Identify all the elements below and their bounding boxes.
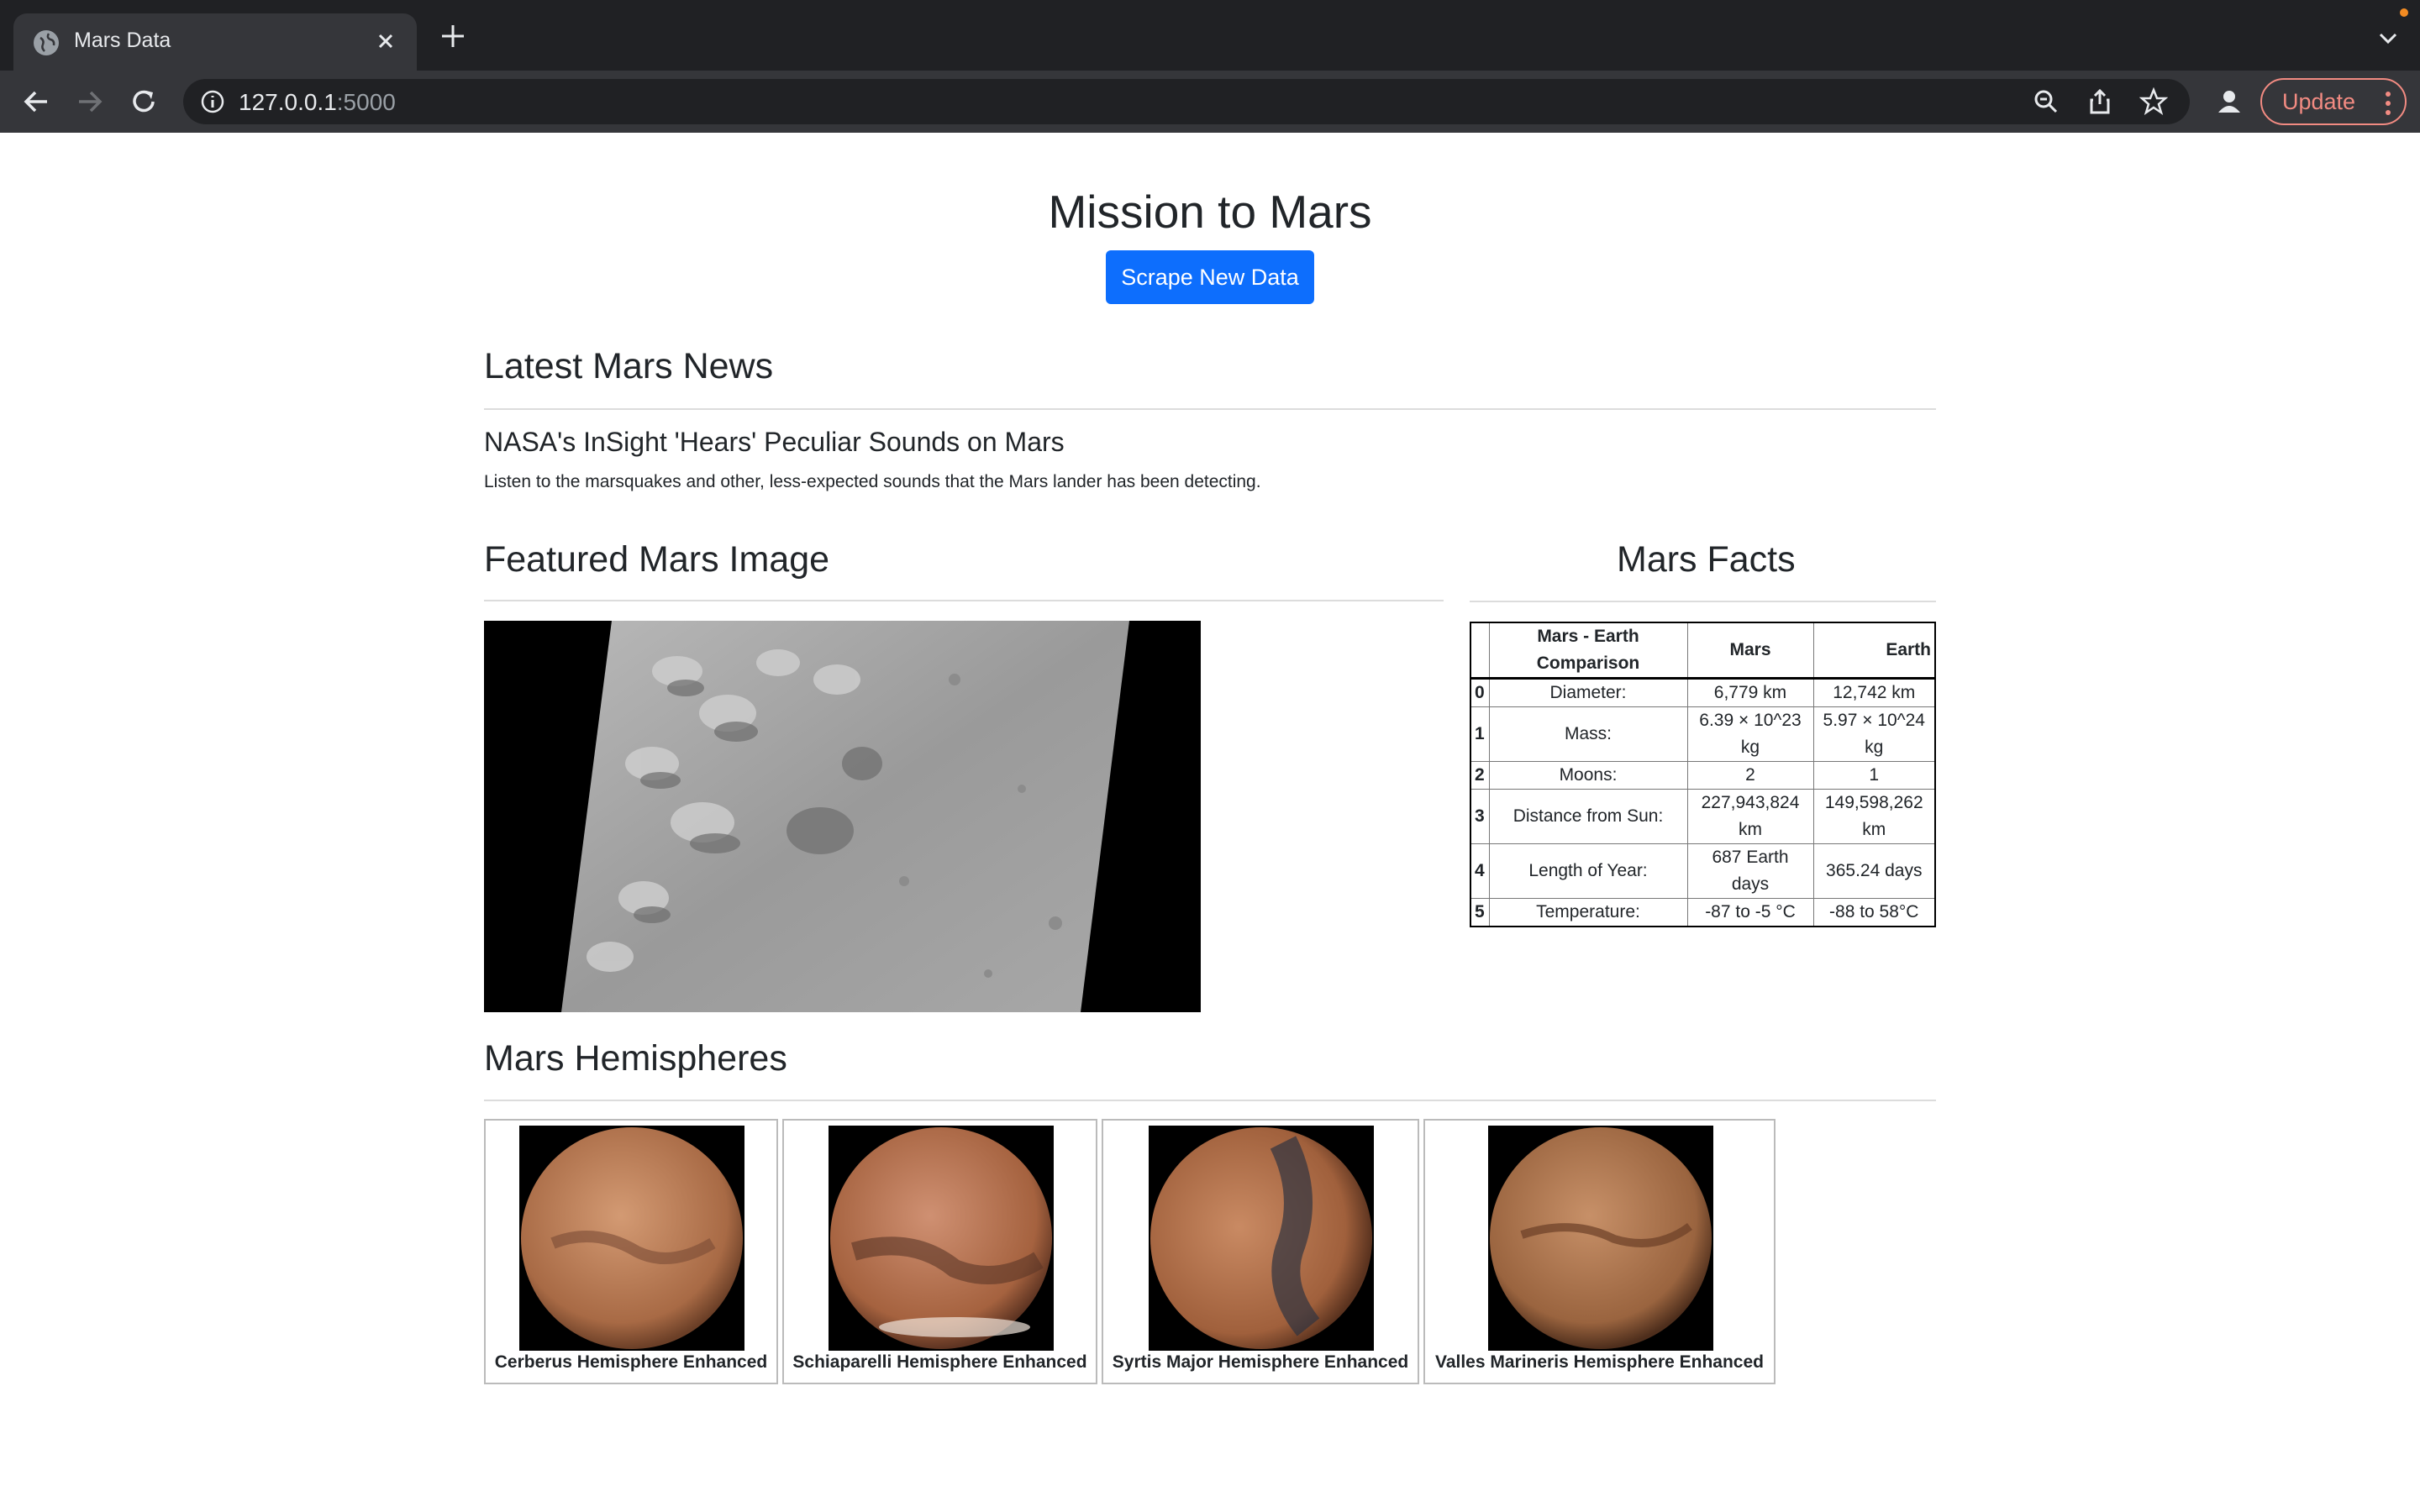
chevron-down-icon[interactable] bbox=[2376, 27, 2400, 50]
mars-value: 6.39 × 10^23 kg bbox=[1686, 706, 1814, 762]
page-content: Mission to Mars Scrape New Data Latest M… bbox=[0, 133, 2420, 1512]
table-row: 4 Length of Year: 687 Earth days 365.24 … bbox=[1470, 843, 1936, 899]
table-row: 1 Mass: 6.39 × 10^23 kg 5.97 × 10^24 kg bbox=[1470, 706, 1936, 762]
news-heading: Latest Mars News bbox=[484, 346, 774, 386]
forward-arrow-icon[interactable] bbox=[72, 84, 108, 119]
hemisphere-card: Valles Marineris Hemisphere Enhanced bbox=[1423, 1119, 1776, 1384]
divider bbox=[1470, 601, 1936, 602]
url-text: 127.0.0.1:5000 bbox=[239, 89, 396, 115]
tab-strip: Mars Data bbox=[0, 0, 2420, 71]
earth-value: 365.24 days bbox=[1812, 843, 1936, 899]
row-index: 4 bbox=[1470, 843, 1490, 899]
more-vert-icon[interactable] bbox=[2385, 88, 2391, 117]
mars-value: 687 Earth days bbox=[1686, 843, 1814, 899]
divider bbox=[484, 408, 1936, 410]
update-button[interactable]: Update bbox=[2260, 78, 2407, 125]
scrape-new-data-button[interactable]: Scrape New Data bbox=[1106, 250, 1314, 304]
divider bbox=[484, 600, 1444, 601]
featured-image-heading: Featured Mars Image bbox=[484, 539, 830, 580]
fact-label: Diameter: bbox=[1488, 678, 1688, 707]
earth-value: 149,598,262 km bbox=[1812, 789, 1936, 844]
globe-icon bbox=[34, 30, 59, 55]
browser-tab[interactable]: Mars Data bbox=[13, 13, 417, 71]
column-header: Mars bbox=[1686, 622, 1814, 680]
notification-dot bbox=[2400, 8, 2408, 17]
tab-title: Mars Data bbox=[74, 29, 171, 52]
share-icon[interactable] bbox=[2086, 87, 2114, 116]
column-header: Earth bbox=[1812, 622, 1936, 680]
row-index: 5 bbox=[1470, 898, 1490, 927]
browser-chrome: Mars Data 127.0.0.1:5000 Update bbox=[0, 0, 2420, 133]
hemisphere-title: Syrtis Major Hemisphere Enhanced bbox=[1112, 1352, 1409, 1372]
fact-label: Distance from Sun: bbox=[1488, 789, 1688, 844]
hemisphere-card: Schiaparelli Hemisphere Enhanced bbox=[782, 1119, 1097, 1384]
mars-value: 227,943,824 km bbox=[1686, 789, 1814, 844]
table-row: 0 Diameter: 6,779 km 12,742 km bbox=[1470, 678, 1936, 707]
info-icon[interactable] bbox=[200, 89, 225, 114]
reload-icon[interactable] bbox=[126, 84, 161, 119]
row-index: 3 bbox=[1470, 789, 1490, 844]
table-row: 5 Temperature: -87 to -5 °C -88 to 58°C bbox=[1470, 898, 1936, 927]
mars-facts-table: Mars - Earth Comparison Mars Earth 0 Dia… bbox=[1470, 622, 1936, 927]
news-paragraph: Listen to the marsquakes and other, less… bbox=[484, 472, 1261, 491]
divider bbox=[484, 1100, 1936, 1101]
mars-value: 2 bbox=[1686, 761, 1814, 790]
hemisphere-image bbox=[1149, 1126, 1374, 1351]
browser-toolbar: 127.0.0.1:5000 Update bbox=[0, 71, 2420, 133]
news-title: NASA's InSight 'Hears' Peculiar Sounds o… bbox=[484, 427, 1065, 457]
earth-value: 1 bbox=[1812, 761, 1936, 790]
new-tab-icon[interactable] bbox=[439, 22, 467, 50]
hemispheres-heading: Mars Hemispheres bbox=[484, 1038, 787, 1079]
address-bar[interactable]: 127.0.0.1:5000 bbox=[183, 79, 2190, 124]
hemisphere-image bbox=[829, 1126, 1054, 1351]
profile-avatar-icon[interactable] bbox=[2212, 84, 2247, 119]
hemisphere-card: Cerberus Hemisphere Enhanced bbox=[484, 1119, 778, 1384]
back-arrow-icon[interactable] bbox=[18, 84, 54, 119]
hemisphere-card: Syrtis Major Hemisphere Enhanced bbox=[1102, 1119, 1419, 1384]
fact-label: Moons: bbox=[1488, 761, 1688, 790]
hemisphere-title: Cerberus Hemisphere Enhanced bbox=[494, 1352, 768, 1372]
featured-mars-image bbox=[484, 621, 1201, 1012]
row-index: 1 bbox=[1470, 706, 1490, 762]
column-header: Mars - Earth Comparison bbox=[1488, 622, 1688, 680]
update-label: Update bbox=[2282, 89, 2356, 114]
hemisphere-title: Valles Marineris Hemisphere Enhanced bbox=[1434, 1352, 1764, 1372]
bookmark-star-icon[interactable] bbox=[2139, 87, 2169, 116]
row-index: 2 bbox=[1470, 761, 1490, 790]
row-index: 0 bbox=[1470, 678, 1490, 707]
fact-label: Length of Year: bbox=[1488, 843, 1688, 899]
hemisphere-image bbox=[1488, 1126, 1713, 1351]
fact-label: Temperature: bbox=[1488, 898, 1688, 927]
hemisphere-title: Schiaparelli Hemisphere Enhanced bbox=[792, 1352, 1087, 1372]
page-title: Mission to Mars bbox=[1048, 186, 1372, 238]
table-header-row: Mars - Earth Comparison Mars Earth bbox=[1470, 622, 1936, 680]
earth-value: 5.97 × 10^24 kg bbox=[1812, 706, 1936, 762]
table-row: 2 Moons: 2 1 bbox=[1470, 761, 1936, 790]
earth-value: 12,742 km bbox=[1812, 678, 1936, 707]
column-header bbox=[1470, 622, 1490, 680]
zoom-icon[interactable] bbox=[2032, 87, 2060, 116]
hemisphere-image bbox=[519, 1126, 744, 1351]
mars-value: -87 to -5 °C bbox=[1686, 898, 1814, 927]
fact-label: Mass: bbox=[1488, 706, 1688, 762]
mars-value: 6,779 km bbox=[1686, 678, 1814, 707]
table-row: 3 Distance from Sun: 227,943,824 km 149,… bbox=[1470, 789, 1936, 844]
mars-facts-heading: Mars Facts bbox=[1617, 539, 1796, 580]
close-tab-icon[interactable] bbox=[370, 25, 402, 57]
earth-value: -88 to 58°C bbox=[1812, 898, 1936, 927]
